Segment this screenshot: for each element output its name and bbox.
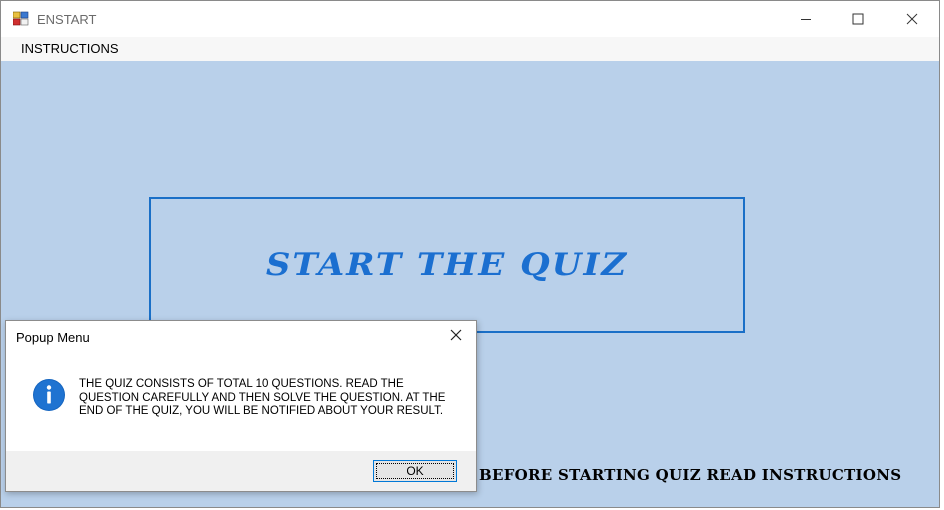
info-icon [32,378,66,412]
maximize-button[interactable] [831,1,885,37]
maximize-icon [852,13,864,25]
dialog-close-button[interactable] [442,325,470,349]
start-quiz-label: START THE QUIZ [265,246,629,284]
close-icon [906,13,918,25]
menu-bar: INSTRUCTIONS [1,37,939,61]
close-icon [450,328,462,346]
minimize-icon [800,13,812,25]
dialog-message: THE QUIZ CONSISTS OF TOTAL 10 QUESTIONS.… [79,378,446,418]
popup-dialog: Popup Menu THE QUIZ CONSISTS OF TOTAL 10… [5,320,477,492]
start-quiz-button[interactable]: START THE QUIZ [149,197,745,333]
window-title: ENSTART [37,12,97,27]
app-window-icon [12,11,29,27]
dialog-title: Popup Menu [16,330,90,345]
minimize-button[interactable] [779,1,833,37]
ok-button[interactable]: OK [373,460,457,482]
dialog-footer: OK [6,451,476,491]
title-bar[interactable]: ENSTART [1,1,939,37]
close-button[interactable] [885,1,939,37]
instructions-note: BEFORE STARTING QUIZ READ INSTRUCTIONS [479,466,902,484]
menu-item-instructions[interactable]: INSTRUCTIONS [13,37,127,61]
